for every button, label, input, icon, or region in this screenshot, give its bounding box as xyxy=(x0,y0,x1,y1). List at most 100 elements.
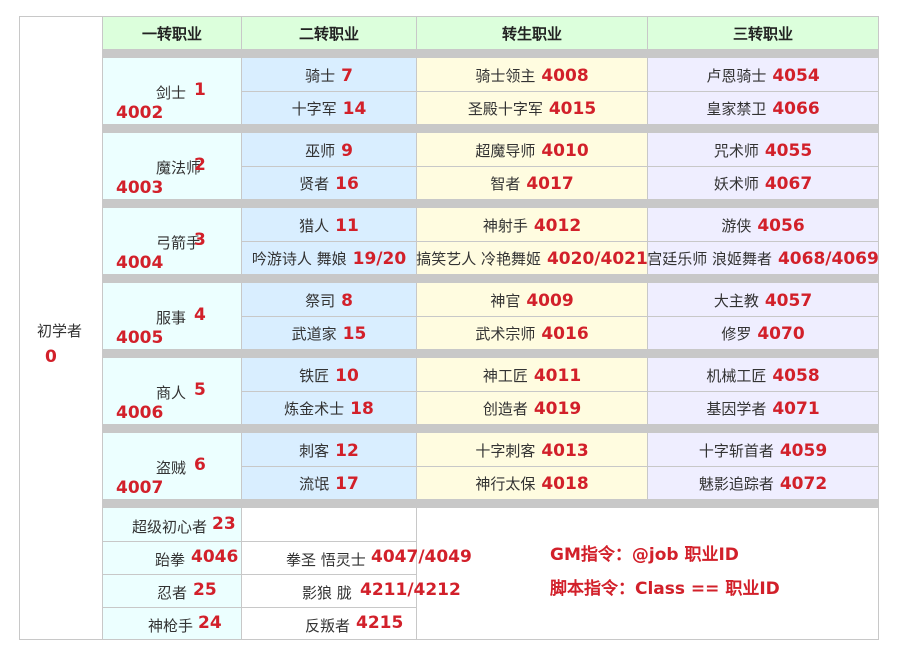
third-job-entry: 十字斩首者 4059 xyxy=(648,440,878,461)
trans-job-name: 创造者 xyxy=(482,400,528,418)
group-separator xyxy=(103,49,878,58)
first-job-name: 商人 xyxy=(156,384,187,402)
gm-command-note: GM指令：@job 职业ID xyxy=(550,545,739,565)
third-job-entry: 皇家禁卫 4066 xyxy=(648,98,878,119)
trans-job-id: 4010 xyxy=(541,141,589,161)
second-job-id: 7 xyxy=(341,66,353,86)
third-job-id: 4068/4069 xyxy=(777,249,879,269)
trans-job-id: 4020/4021 xyxy=(546,249,648,269)
trans-job-entry: 圣殿十字军 4015 xyxy=(417,98,647,119)
third-job-id: 4058 xyxy=(772,366,820,386)
second-job-entry: 武道家 15 xyxy=(242,323,416,344)
third-job-entry: 游侠 4056 xyxy=(648,215,878,236)
second-job-id: 16 xyxy=(335,174,359,194)
trans-job-name: 圣殿十字军 xyxy=(467,100,543,118)
trans-job-id: 4019 xyxy=(533,399,582,419)
third-job-name: 妖术师 xyxy=(713,175,759,193)
trans-job-name: 十字刺客 xyxy=(475,442,536,460)
row-divider xyxy=(242,316,878,317)
third-job-entry: 魅影追踪者 4072 xyxy=(648,473,878,494)
third-job-name: 基因学者 xyxy=(706,400,767,418)
extended-first-name: 神枪手 xyxy=(148,617,194,635)
third-job-id: 4067 xyxy=(764,174,813,194)
novice-id: 0 xyxy=(45,347,57,367)
trans-job-entry: 骑士领主 4008 xyxy=(417,65,647,86)
trans-job-id: 4016 xyxy=(541,324,589,344)
group-separator xyxy=(103,274,878,283)
header-trans-job: 转生职业 xyxy=(417,17,647,49)
group-separator xyxy=(103,424,878,433)
extended-second-name: 影狼 胧 xyxy=(302,584,352,602)
third-job-id: 4055 xyxy=(764,141,813,161)
third-job-id: 4072 xyxy=(779,474,828,494)
third-job-name: 十字斩首者 xyxy=(698,442,774,460)
second-job-name: 贤者 xyxy=(299,175,330,193)
row-divider xyxy=(242,391,878,392)
first-job-rebirth-id: 4005 xyxy=(116,328,164,348)
third-job-entry: 基因学者 4071 xyxy=(648,398,878,419)
third-job-entry: 咒术师 4055 xyxy=(648,140,878,161)
third-job-id: 4054 xyxy=(772,66,820,86)
trans-job-entry: 创造者 4019 xyxy=(417,398,647,419)
first-job-name: 服事 xyxy=(156,309,187,327)
trans-job-name: 骑士领主 xyxy=(475,67,536,85)
second-job-entry: 流氓 17 xyxy=(242,473,416,494)
trans-job-name: 神官 xyxy=(490,292,521,310)
group-separator xyxy=(103,124,878,133)
extended-first-name: 跆拳 xyxy=(155,551,186,569)
second-job-id: 9 xyxy=(341,141,353,161)
first-job-id: 5 xyxy=(194,380,206,400)
trans-job-name: 搞笑艺人 冷艳舞姬 xyxy=(416,250,541,268)
trans-job-entry: 武术宗师 4016 xyxy=(417,323,647,344)
second-job-entry: 炼金术士 18 xyxy=(242,398,416,419)
row-divider xyxy=(242,166,878,167)
third-job-name: 机械工匠 xyxy=(706,367,767,385)
second-job-id: 10 xyxy=(335,366,359,386)
extended-first-id: 24 xyxy=(198,613,222,633)
trans-job-id: 4015 xyxy=(548,99,597,119)
first-job-name: 盗贼 xyxy=(156,459,187,477)
trans-job-id: 4017 xyxy=(526,174,574,194)
script-command-note: 脚本指令：Class == 职业ID xyxy=(550,579,780,599)
extended-first-id: 23 xyxy=(212,514,236,534)
second-job-name: 十字军 xyxy=(291,100,337,118)
first-job-name: 剑士 xyxy=(156,84,187,102)
trans-job-id: 4013 xyxy=(541,441,589,461)
trans-job-entry: 智者 4017 xyxy=(417,173,647,194)
trans-job-entry: 神射手 4012 xyxy=(417,215,647,236)
trans-job-id: 4011 xyxy=(533,366,582,386)
third-job-entry: 机械工匠 4058 xyxy=(648,365,878,386)
row-divider xyxy=(242,466,878,467)
second-job-entry: 猎人 11 xyxy=(242,215,416,236)
third-job-name: 魅影追踪者 xyxy=(698,475,774,493)
extended-first-name: 忍者 xyxy=(157,584,188,602)
third-job-name: 游侠 xyxy=(721,217,752,235)
third-job-entry: 大主教 4057 xyxy=(648,290,878,311)
first-job-rebirth-id: 4003 xyxy=(116,178,164,198)
second-job-name: 骑士 xyxy=(305,67,336,85)
third-job-name: 卢恩骑士 xyxy=(706,67,767,85)
third-job-name: 宫廷乐师 浪姬舞者 xyxy=(647,250,772,268)
second-job-id: 12 xyxy=(335,441,359,461)
trans-job-name: 神射手 xyxy=(482,217,528,235)
extended-first-id: 4046 xyxy=(191,547,239,567)
second-job-name: 巫师 xyxy=(305,142,336,160)
trans-job-name: 智者 xyxy=(490,175,521,193)
third-job-entry: 宫廷乐师 浪姬舞者 4068/4069 xyxy=(647,248,879,269)
second-job-entry: 巫师 9 xyxy=(242,140,416,161)
second-job-id: 17 xyxy=(335,474,359,494)
second-job-entry: 贤者 16 xyxy=(242,173,416,194)
trans-job-id: 4008 xyxy=(541,66,589,86)
trans-job-id: 4009 xyxy=(526,291,574,311)
first-job-id: 2 xyxy=(194,155,206,175)
second-job-name: 铁匠 xyxy=(299,367,330,385)
header-second-job: 二转职业 xyxy=(242,17,416,49)
second-job-id: 11 xyxy=(335,216,359,236)
first-job-rebirth-id: 4004 xyxy=(116,253,164,273)
second-job-id: 8 xyxy=(341,291,353,311)
third-job-id: 4071 xyxy=(772,399,820,419)
first-job-rebirth-id: 4002 xyxy=(116,103,164,123)
third-job-entry: 卢恩骑士 4054 xyxy=(648,65,878,86)
first-job-rebirth-id: 4007 xyxy=(116,478,164,498)
third-job-id: 4066 xyxy=(772,99,820,119)
